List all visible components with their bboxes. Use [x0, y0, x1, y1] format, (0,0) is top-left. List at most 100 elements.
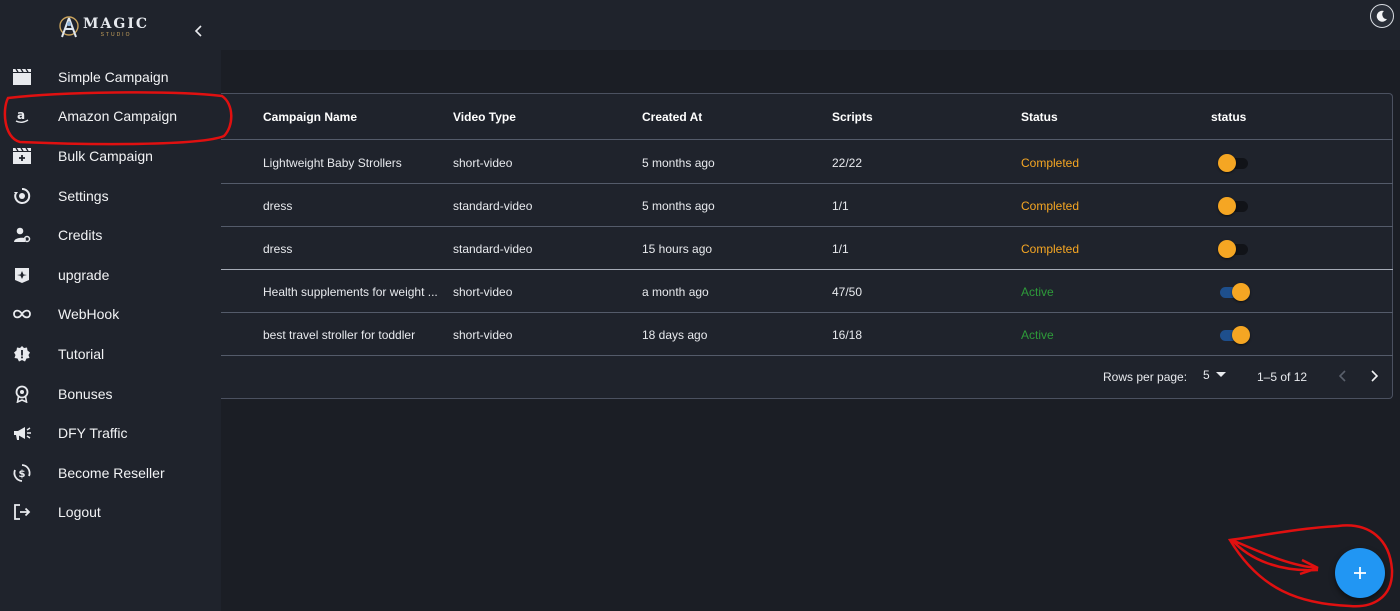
sidebar-item-upgrade[interactable]: upgrade [0, 255, 221, 295]
top-bar [221, 0, 1400, 50]
scripts-count: 1/1 [832, 242, 849, 256]
sidebar-item-label: Bulk Campaign [58, 147, 153, 164]
status-toggle[interactable] [1218, 154, 1250, 172]
collapse-sidebar-button[interactable] [189, 21, 209, 41]
sidebar-item-settings[interactable]: Settings [0, 176, 221, 216]
chevron-left-icon [194, 25, 202, 37]
sidebar-item-label: Bonuses [58, 385, 113, 402]
chevron-right-icon [1371, 370, 1378, 382]
created-at: 5 months ago [642, 156, 715, 170]
sidebar-item-label: Logout [58, 504, 101, 521]
theme-toggle-button[interactable] [1370, 4, 1394, 28]
svg-text:$: $ [19, 469, 26, 480]
status-toggle[interactable] [1218, 240, 1250, 258]
annotation-arrow [1231, 538, 1319, 576]
status-toggle[interactable] [1218, 283, 1250, 301]
svg-text:a: a [17, 108, 25, 122]
sidebar-item-label: upgrade [58, 266, 110, 283]
sidebar-item-label: Become Reseller [58, 464, 165, 481]
sidebar-item-dfy-traffic[interactable]: DFY Traffic [0, 413, 221, 453]
created-at: a month ago [642, 285, 709, 299]
settings-icon [11, 185, 33, 207]
sidebar-item-label: WebHook [58, 306, 120, 323]
award-icon [11, 383, 33, 405]
sidebar-item-bulk-campaign[interactable]: Bulk Campaign [0, 136, 221, 176]
table-row[interactable]: Health supplements for weight ... short-… [221, 270, 1393, 313]
sidebar-item-logout[interactable]: Logout [0, 493, 221, 533]
brand-text: MAGIC STUDIO [83, 17, 149, 38]
sidebar-nav: Simple Campaign a Amazon Campaign Bulk C… [0, 57, 221, 532]
sidebar-item-label: Credits [58, 227, 103, 244]
brand-name: MAGIC [83, 15, 150, 32]
scripts-count: 1/1 [832, 199, 849, 213]
chevron-left-icon [1339, 370, 1346, 382]
table-row[interactable]: dress standard-video 5 months ago 1/1 Co… [221, 184, 1393, 227]
status-text: Completed [1021, 199, 1080, 213]
add-campaign-button[interactable] [1335, 548, 1385, 598]
status-toggle[interactable] [1218, 197, 1250, 215]
column-header-status[interactable]: Status [1021, 110, 1058, 124]
caret-down-icon [1215, 372, 1226, 377]
sidebar-item-become-reseller[interactable]: $ Become Reseller [0, 453, 221, 493]
sidebar-item-simple-campaign[interactable]: Simple Campaign [0, 57, 221, 97]
pagination-range: 1–5 of 12 [1257, 370, 1308, 384]
campaign-name: Lightweight Baby Strollers [263, 156, 402, 170]
scripts-count: 16/18 [832, 328, 863, 342]
scripts-count: 47/50 [832, 285, 863, 299]
status-text: Active [1021, 328, 1054, 342]
scripts-count: 22/22 [832, 156, 863, 170]
video-type: standard-video [453, 242, 533, 256]
plus-icon [1354, 567, 1366, 579]
sidebar-item-amazon-campaign[interactable]: a Amazon Campaign [0, 97, 221, 137]
rows-per-page-label: Rows per page: [1103, 370, 1188, 384]
sidebar-item-webhook[interactable]: WebHook [0, 295, 221, 335]
upgrade-icon [11, 264, 33, 286]
sidebar-item-tutorial[interactable]: Tutorial [0, 334, 221, 374]
sidebar-item-label: Simple Campaign [58, 68, 169, 85]
rows-per-page-select[interactable]: 5 [1203, 368, 1226, 382]
status-text: Completed [1021, 156, 1080, 170]
sidebar-item-label: Settings [58, 187, 109, 204]
sidebar-item-label: Amazon Campaign [58, 108, 178, 125]
status-text: Active [1021, 285, 1054, 299]
campaign-table: Campaign Name Video Type Created At Scri… [221, 93, 1393, 399]
created-at: 18 days ago [642, 328, 708, 342]
sidebar-item-credits[interactable]: Credits [0, 215, 221, 255]
next-page-button[interactable] [1364, 366, 1384, 386]
campaign-name: dress [263, 199, 293, 213]
video-type: short-video [453, 328, 513, 342]
column-header-created-at[interactable]: Created At [642, 110, 702, 124]
previous-page-button[interactable] [1333, 366, 1353, 386]
video-type: standard-video [453, 199, 533, 213]
video-type: short-video [453, 285, 513, 299]
column-header-video-type[interactable]: Video Type [453, 110, 516, 124]
rows-per-page-value: 5 [1203, 368, 1210, 382]
brand-sub: STUDIO [100, 31, 132, 38]
table-row[interactable]: dress standard-video 15 hours ago 1/1 Co… [221, 227, 1393, 270]
campaign-name: Health supplements for weight ... [263, 285, 438, 299]
created-at: 5 months ago [642, 199, 715, 213]
sidebar-item-bonuses[interactable]: Bonuses [0, 374, 221, 414]
column-header-status-toggle[interactable]: status [1211, 110, 1246, 124]
campaign-name: dress [263, 242, 293, 256]
created-at: 15 hours ago [642, 242, 713, 256]
table-row[interactable]: best travel stroller for toddler short-v… [221, 313, 1393, 356]
amazon-icon: a [11, 105, 33, 127]
status-text: Completed [1021, 242, 1080, 256]
clapperboard-icon [11, 66, 33, 88]
sidebar: MAGIC STUDIO Simple Campaign a Amazon Ca… [0, 0, 221, 611]
video-type: short-video [453, 156, 513, 170]
column-header-scripts[interactable]: Scripts [832, 110, 873, 124]
status-toggle[interactable] [1218, 326, 1250, 344]
megaphone-icon [11, 422, 33, 444]
table-row[interactable]: Lightweight Baby Strollers short-video 5… [221, 141, 1393, 184]
brand-logo[interactable]: MAGIC STUDIO [58, 14, 149, 40]
sidebar-item-label: Tutorial [58, 345, 105, 362]
logout-icon [11, 501, 33, 523]
bulk-video-icon [11, 145, 33, 167]
logo-mark-icon [59, 16, 79, 38]
table-header: Campaign Name Video Type Created At Scri… [221, 94, 1393, 140]
dollar-cycle-icon: $ [11, 462, 33, 484]
column-header-campaign-name[interactable]: Campaign Name [263, 110, 357, 124]
user-gear-icon [11, 224, 33, 246]
